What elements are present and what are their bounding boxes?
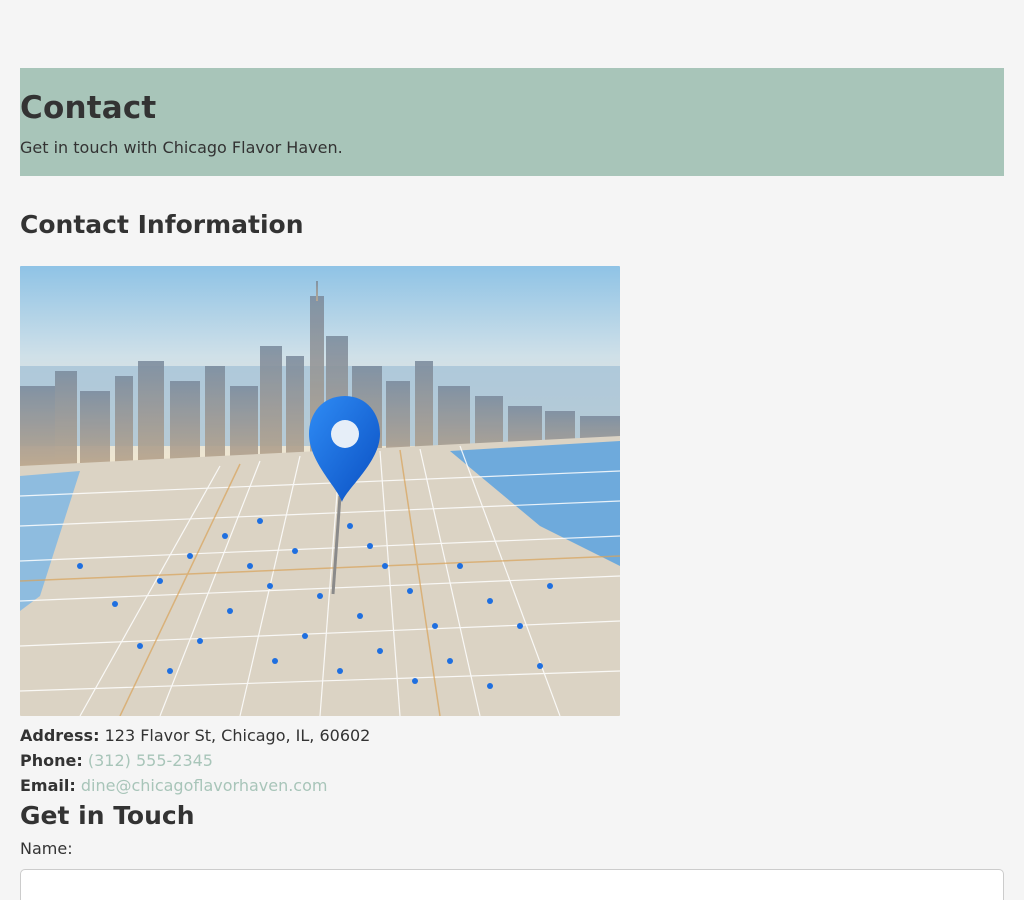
phone-link[interactable]: (312) 555-2345 — [88, 751, 213, 770]
page-subtitle: Get in touch with Chicago Flavor Haven. — [20, 138, 343, 157]
email-label: Email: — [20, 776, 76, 795]
contact-info-heading: Contact Information — [20, 210, 304, 239]
map-image — [20, 266, 620, 716]
phone-line: Phone: (312) 555-2345 — [20, 751, 213, 770]
page-title: Contact — [20, 90, 157, 126]
page-header: Contact Get in touch with Chicago Flavor… — [20, 68, 1004, 176]
address-line: Address: 123 Flavor St, Chicago, IL, 606… — [20, 726, 370, 745]
email-link[interactable]: dine@chicagoflavorhaven.com — [81, 776, 328, 795]
name-input[interactable] — [20, 869, 1004, 900]
address-value: 123 Flavor St, Chicago, IL, 60602 — [104, 726, 371, 745]
email-line: Email: dine@chicagoflavorhaven.com — [20, 776, 327, 795]
phone-label: Phone: — [20, 751, 83, 770]
get-in-touch-heading: Get in Touch — [20, 801, 195, 830]
address-label: Address: — [20, 726, 100, 745]
name-label: Name: — [20, 839, 73, 858]
